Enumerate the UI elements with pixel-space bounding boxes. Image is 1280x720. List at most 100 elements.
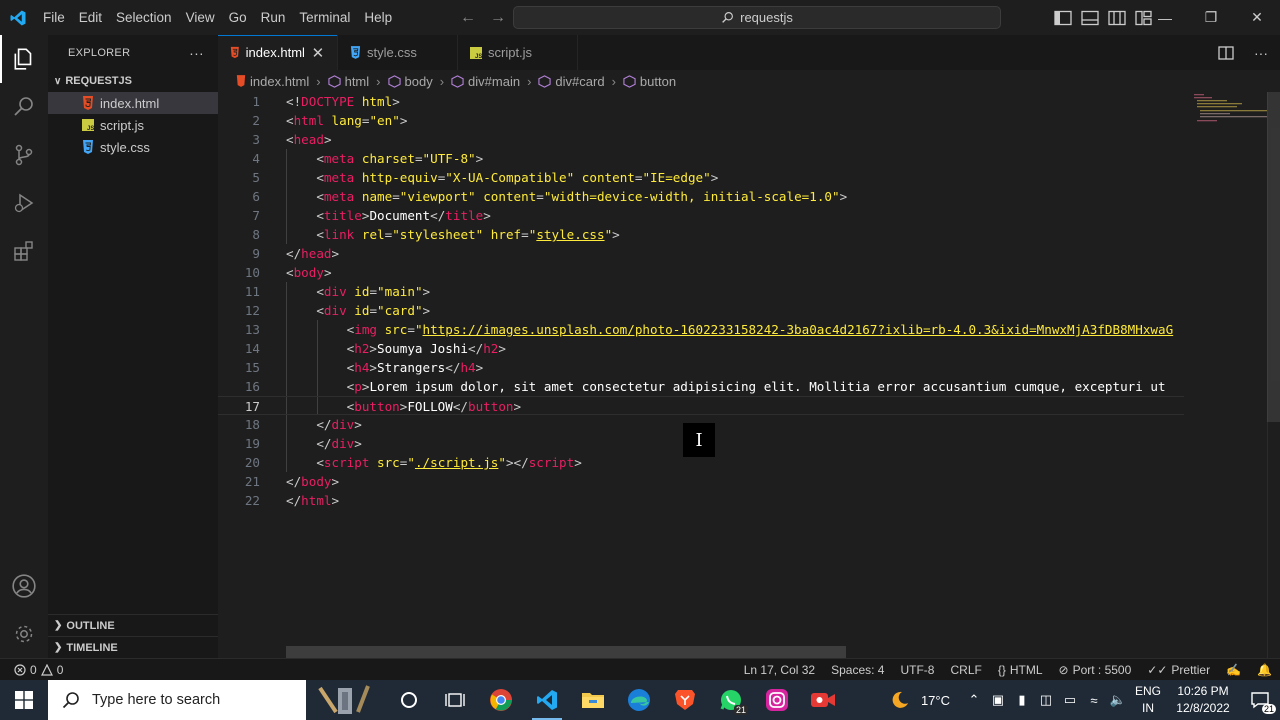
back-arrow-icon[interactable]: ← (460, 9, 476, 27)
breadcrumb-body[interactable]: body (387, 74, 433, 89)
more-actions-icon[interactable]: ··· (189, 45, 204, 61)
toggle-primary-sidebar-icon[interactable] (1052, 10, 1074, 26)
chevron-up-icon[interactable]: ⌃ (962, 680, 986, 720)
code-line[interactable]: 3 <head> (218, 130, 1184, 149)
microphone-icon[interactable]: ▮ (1010, 680, 1034, 720)
run-debug-icon[interactable] (0, 179, 48, 227)
vertical-scroll-thumb[interactable] (1267, 92, 1280, 422)
split-editor-icon[interactable] (1218, 45, 1234, 60)
horizontal-scroll-thumb[interactable] (286, 646, 846, 658)
breadcrumb-button[interactable]: button (623, 74, 676, 89)
code-line[interactable]: 22 </html> (218, 491, 1184, 510)
folder-header[interactable]: ∨ REQUESTJS (48, 70, 218, 92)
extensions-icon[interactable] (0, 227, 48, 275)
code-line[interactable]: 2 <html lang="en"> (218, 111, 1184, 130)
menu-go[interactable]: Go (222, 0, 254, 35)
line-endings[interactable]: CRLF (942, 659, 989, 681)
instagram-icon[interactable] (754, 680, 800, 720)
file-item-script-js[interactable]: JS script.js (48, 114, 218, 136)
code-line[interactable]: 6 <meta name="viewport" content="width=d… (218, 187, 1184, 206)
display-icon[interactable]: ◫ (1034, 680, 1058, 720)
code-line[interactable]: 8 <link rel="stylesheet" href="style.css… (218, 225, 1184, 244)
menu-file[interactable]: File (36, 0, 72, 35)
search-highlight-icon[interactable] (306, 680, 386, 720)
restore-icon[interactable]: ❐ (1188, 0, 1234, 35)
file-item-style-css[interactable]: style.css (48, 136, 218, 158)
live-server-port[interactable]: ⊘ Port : 5500 (1051, 659, 1140, 681)
explorer-icon[interactable] (0, 35, 48, 83)
file-item-index-html[interactable]: index.html (48, 92, 218, 114)
cursor-position[interactable]: Ln 17, Col 32 (736, 659, 823, 681)
code-line[interactable]: 9 </head> (218, 244, 1184, 263)
command-center-search[interactable]: requestjs (513, 6, 1001, 29)
code-line[interactable]: 1 <!DOCTYPE html> (218, 92, 1184, 111)
tab-style-css[interactable]: style.css (338, 35, 458, 70)
timeline-section[interactable]: ❯ TIMELINE (48, 636, 218, 658)
toggle-secondary-sidebar-icon[interactable] (1106, 10, 1128, 26)
outline-section[interactable]: ❯ OUTLINE (48, 614, 218, 636)
edge-icon[interactable] (616, 680, 662, 720)
task-view-icon[interactable] (432, 680, 478, 720)
minimap[interactable] (1188, 92, 1268, 132)
breadcrumb-file[interactable]: index.html (236, 74, 309, 89)
menu-help[interactable]: Help (357, 0, 399, 35)
weather-moon-icon[interactable] (885, 680, 915, 720)
indentation[interactable]: Spaces: 4 (823, 659, 892, 681)
file-explorer-icon[interactable] (570, 680, 616, 720)
volume-icon[interactable]: 🔈 (1106, 680, 1130, 720)
cortana-icon[interactable] (386, 680, 432, 720)
problems-indicator[interactable]: 0 0 (0, 663, 63, 677)
code-line[interactable]: 10 <body> (218, 263, 1184, 282)
tab-index-html[interactable]: index.html ✕ (218, 35, 338, 70)
close-window-icon[interactable]: ✕ (1234, 0, 1280, 35)
menu-run[interactable]: Run (254, 0, 293, 35)
brave-icon[interactable] (662, 680, 708, 720)
code-line[interactable]: 4 <meta charset="UTF-8"> (218, 149, 1184, 168)
menu-selection[interactable]: Selection (109, 0, 179, 35)
account-icon[interactable] (0, 562, 48, 610)
minimize-icon[interactable]: — (1142, 0, 1188, 35)
code-editor[interactable]: 1 <!DOCTYPE html> 2 <html lang="en"> 3 <head>… (218, 92, 1280, 658)
taskbar-search-box[interactable]: Type here to search (48, 680, 306, 720)
prettier-status[interactable]: ✓✓ Prettier (1139, 659, 1218, 681)
code-line[interactable]: 16 <p>Lorem ipsum dolor, sit amet consec… (218, 377, 1184, 396)
breadcrumb-div-card[interactable]: div#card (538, 74, 605, 89)
wifi-icon[interactable]: ≈ (1082, 680, 1106, 720)
menu-edit[interactable]: Edit (72, 0, 109, 35)
language-indicator[interactable]: ENG IN (1130, 683, 1166, 717)
language-mode[interactable]: {} HTML (990, 659, 1051, 681)
menu-terminal[interactable]: Terminal (292, 0, 357, 35)
code-line[interactable]: 12 <div id="card"> (218, 301, 1184, 320)
battery-icon[interactable]: ▭ (1058, 680, 1082, 720)
feedback-icon[interactable]: ✍ (1218, 659, 1249, 681)
code-line[interactable]: 11 <div id="main"> (218, 282, 1184, 301)
code-line[interactable]: 21 </body> (218, 472, 1184, 491)
settings-gear-icon[interactable] (0, 610, 48, 658)
forward-arrow-icon[interactable]: → (490, 9, 506, 27)
windows-start-icon[interactable] (0, 680, 48, 720)
code-line[interactable]: 17 <button>FOLLOW</button> (218, 396, 1184, 415)
weather-temp[interactable]: 17°C (915, 693, 962, 708)
code-line[interactable]: 14 <h2>Soumya Joshi</h2> (218, 339, 1184, 358)
chrome-icon[interactable] (478, 680, 524, 720)
code-line[interactable]: 15 <h4>Strangers</h4> (218, 358, 1184, 377)
tab-script-js[interactable]: JS script.js (458, 35, 578, 70)
close-icon[interactable]: ✕ (311, 44, 325, 62)
code-line[interactable]: 5 <meta http-equiv="X-UA-Compatible" con… (218, 168, 1184, 187)
toggle-panel-icon[interactable] (1079, 10, 1101, 26)
menu-view[interactable]: View (179, 0, 222, 35)
vscode-taskbar-icon[interactable] (524, 680, 570, 720)
notifications-bell-icon[interactable]: 🔔 (1249, 659, 1280, 681)
meet-icon[interactable]: ▣ (986, 680, 1010, 720)
video-recorder-icon[interactable] (800, 680, 846, 720)
search-icon[interactable] (0, 83, 48, 131)
breadcrumb-div-main[interactable]: div#main (451, 74, 520, 89)
code-line[interactable]: 13 <img src="https://images.unsplash.com… (218, 320, 1184, 339)
breadcrumb-html[interactable]: html (327, 74, 369, 89)
source-control-icon[interactable] (0, 131, 48, 179)
code-line[interactable]: 7 <title>Document</title> (218, 206, 1184, 225)
encoding[interactable]: UTF-8 (892, 659, 942, 681)
notification-center-icon[interactable]: 21 (1240, 680, 1280, 720)
whatsapp-icon[interactable]: 21 (708, 680, 754, 720)
more-actions-icon[interactable]: ··· (1254, 45, 1268, 61)
